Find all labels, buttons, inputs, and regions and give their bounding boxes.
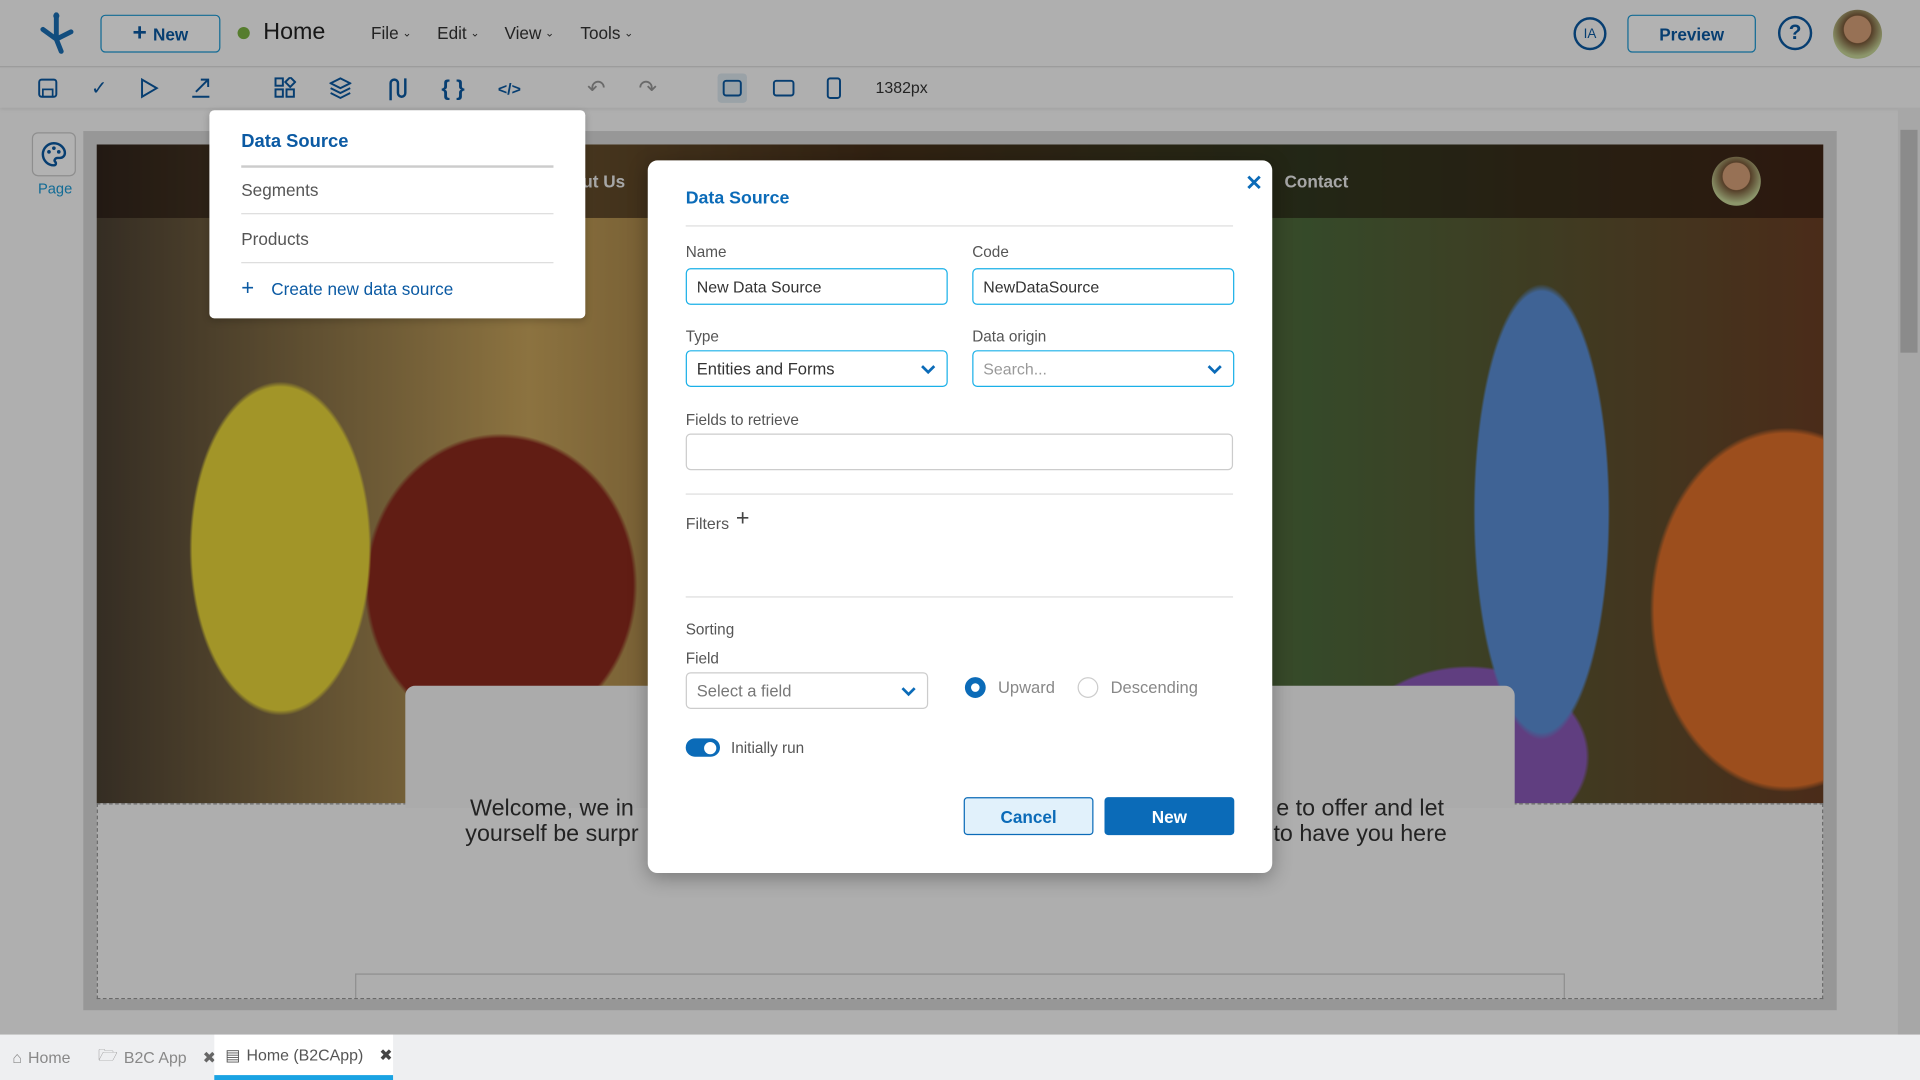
radio-descending[interactable]: [1077, 677, 1099, 698]
divider: [685, 225, 1234, 227]
descending-label: Descending: [1110, 678, 1198, 697]
bottom-tabs: ⌂ Home 🗁 B2C App ✖ ▤ Home (B2CApp) ✖: [0, 1034, 1920, 1080]
name-label: Name: [685, 243, 727, 261]
field-label: Field: [685, 650, 719, 668]
sorting-label: Sorting: [685, 620, 735, 638]
data-origin-select[interactable]: Search...: [972, 350, 1235, 387]
divider: [685, 596, 1234, 598]
sort-field-select[interactable]: Select a field: [685, 672, 929, 709]
add-filter-icon[interactable]: +: [736, 506, 750, 533]
page-icon: ▤: [225, 1045, 241, 1064]
tab-home[interactable]: ⌂ Home: [12, 1035, 70, 1080]
type-select[interactable]: Entities and Forms: [685, 350, 948, 387]
close-icon[interactable]: ✕: [1245, 171, 1262, 195]
radio-upward[interactable]: [964, 677, 986, 698]
chevron-down-icon: [921, 365, 936, 375]
plus-icon: +: [241, 275, 255, 301]
name-input[interactable]: New Data Source: [685, 268, 948, 305]
fields-label: Fields to retrieve: [685, 411, 799, 429]
code-input[interactable]: NewDataSource: [972, 268, 1235, 305]
menu-item-products[interactable]: Products: [241, 229, 554, 264]
chevron-down-icon: [901, 687, 916, 697]
data-source-menu: Data Source Segments Products + Create ne…: [209, 110, 586, 319]
initially-run-toggle[interactable]: [685, 738, 721, 757]
create-button[interactable]: New: [1104, 797, 1235, 836]
dialog-title: Data Source: [685, 188, 790, 209]
upward-label: Upward: [997, 678, 1055, 697]
fields-input[interactable]: [685, 433, 1234, 471]
code-label: Code: [972, 243, 1009, 261]
data-source-dialog: Data Source ✕ Name New Data Source Code …: [647, 160, 1273, 874]
filters-label: Filters: [685, 514, 730, 533]
home-icon: ⌂: [12, 1048, 22, 1067]
folder-icon: 🗁: [97, 1045, 118, 1064]
tab-home-b2capp[interactable]: ▤ Home (B2CApp) ✖: [214, 1034, 394, 1080]
chevron-down-icon: [1207, 365, 1222, 375]
origin-label: Data origin: [972, 328, 1047, 346]
type-label: Type: [685, 328, 719, 346]
initially-run-label: Initially run: [731, 739, 805, 757]
close-tab-icon: ✖: [379, 1045, 393, 1064]
cancel-button[interactable]: Cancel: [963, 797, 1094, 836]
create-data-source-button[interactable]: + Create new data source: [241, 275, 453, 301]
menu-item-segments[interactable]: Segments: [241, 180, 554, 215]
data-source-menu-title: Data Source: [241, 131, 554, 168]
divider: [685, 493, 1234, 495]
tab-b2c-app[interactable]: 🗁 B2C App ✖: [98, 1035, 216, 1080]
